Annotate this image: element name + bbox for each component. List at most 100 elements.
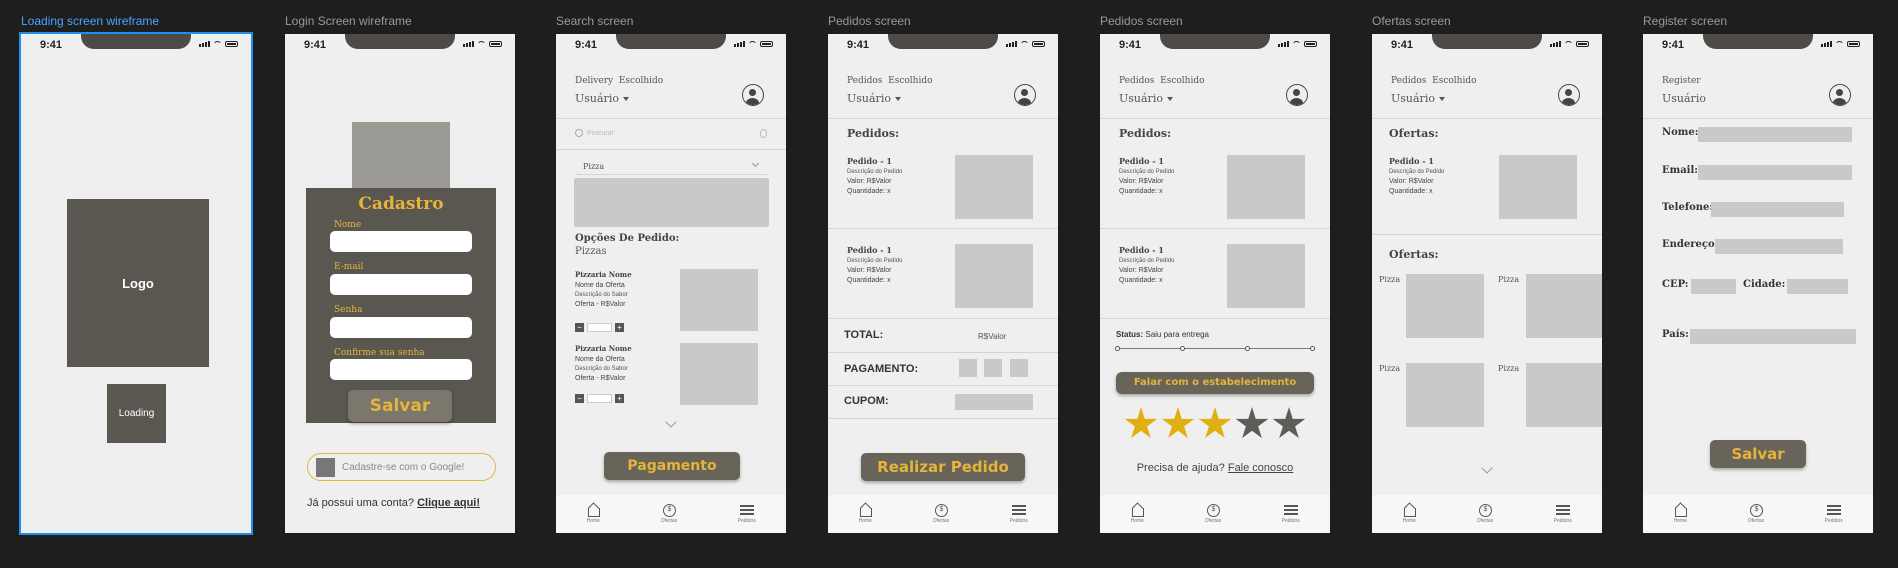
coupon-input[interactable]	[955, 394, 1033, 410]
nav-pedidos[interactable]: Pedidos	[847, 76, 882, 86]
list-item[interactable]: Pizzaria Nome Nome da Oferta Descrição d…	[575, 344, 632, 382]
search-bar[interactable]: Procurar	[575, 127, 767, 139]
tab-home[interactable]: Home	[586, 504, 601, 524]
tab-ofertas[interactable]: Ofertas	[1205, 504, 1221, 524]
quantity-field[interactable]	[587, 323, 612, 332]
quantity-stepper[interactable]: − +	[575, 323, 624, 332]
mic-icon[interactable]	[760, 128, 767, 138]
tab-home[interactable]: Home	[858, 504, 873, 524]
save-button[interactable]: Salvar	[348, 390, 452, 422]
chevron-down-icon[interactable]	[665, 416, 677, 428]
list-item[interactable]: Pedido - 1 Descrição do Pedido Valor: R$…	[1119, 245, 1174, 284]
avatar[interactable]	[1286, 84, 1308, 106]
search-input[interactable]: Procurar	[587, 130, 614, 137]
list-item[interactable]: Pedido - 1 Descrição do Pedido Valor: R$…	[847, 156, 902, 195]
offer-tile[interactable]	[1526, 363, 1602, 427]
frame-title-login[interactable]: Login Screen wireframe	[285, 14, 412, 28]
offer-tile[interactable]	[1406, 274, 1484, 338]
nav-escolhido[interactable]: Escolhido	[619, 76, 663, 86]
contact-store-button[interactable]: Falar com o estabelecimento	[1116, 372, 1314, 394]
nav-escolhido[interactable]: Escolhido	[1432, 76, 1476, 86]
avatar[interactable]	[742, 84, 764, 106]
address-field[interactable]	[1715, 239, 1843, 254]
tab-pedidos[interactable]: Pedidos	[1010, 504, 1028, 524]
nav-register[interactable]: Register	[1662, 76, 1701, 86]
pedidos-frame-2[interactable]: 9:41 Pedidos Escolhido Usuário Pedidos: …	[1100, 34, 1330, 533]
list-item[interactable]: Pedido - 1 Descrição do Pedido Valor: R$…	[1119, 156, 1174, 195]
user-menu[interactable]: Usuário	[847, 92, 901, 105]
avatar[interactable]	[1014, 84, 1036, 106]
cep-field[interactable]	[1691, 279, 1736, 294]
plus-icon[interactable]: +	[615, 394, 624, 403]
offer-tile[interactable]	[1406, 363, 1484, 427]
login-link[interactable]: Clique aqui!	[417, 497, 480, 509]
nav-escolhido[interactable]: Escolhido	[888, 76, 932, 86]
list-item[interactable]: Pizzaria Nome Nome da Oferta Descrição d…	[575, 270, 632, 308]
tab-ofertas[interactable]: Ofertas	[1748, 504, 1764, 524]
nav-escolhido[interactable]: Escolhido	[1160, 76, 1204, 86]
chevron-down-icon[interactable]	[751, 159, 760, 168]
plus-icon[interactable]: +	[615, 323, 624, 332]
tab-pedidos[interactable]: Pedidos	[1825, 504, 1843, 524]
ofertas-frame[interactable]: 9:41 Pedidos Escolhido Usuário Ofertas: …	[1372, 34, 1602, 533]
star-icon[interactable]	[1161, 407, 1195, 438]
user-menu[interactable]: Usuário	[1119, 92, 1173, 105]
payment-method-option[interactable]	[959, 359, 977, 377]
password-input[interactable]	[330, 317, 472, 338]
country-field[interactable]	[1690, 329, 1856, 344]
search-frame[interactable]: 9:41 Delivery Escolhido Usuário Procurar…	[556, 34, 786, 533]
frame-title-ofertas[interactable]: Ofertas screen	[1372, 14, 1451, 28]
nav-pedidos[interactable]: Pedidos	[1391, 76, 1426, 86]
tab-pedidos[interactable]: Pedidos	[1282, 504, 1300, 524]
quantity-stepper[interactable]: − +	[575, 394, 624, 403]
tab-home[interactable]: Home	[1130, 504, 1145, 524]
tab-pedidos[interactable]: Pedidos	[1554, 504, 1572, 524]
email-field[interactable]	[1698, 165, 1852, 180]
quantity-field[interactable]	[587, 394, 612, 403]
save-button[interactable]: Salvar	[1710, 440, 1806, 468]
user-menu[interactable]: Usuário	[575, 92, 629, 105]
payment-method-option[interactable]	[984, 359, 1002, 377]
contact-link[interactable]: Fale conosco	[1228, 462, 1293, 474]
minus-icon[interactable]: −	[575, 394, 584, 403]
name-field[interactable]	[1698, 127, 1852, 142]
email-input[interactable]	[330, 274, 472, 295]
nav-pedidos[interactable]: Pedidos	[1119, 76, 1154, 86]
offer-tile[interactable]	[1526, 274, 1602, 338]
tab-pedidos[interactable]: Pedidos	[738, 504, 756, 524]
list-item[interactable]: Pedido - 1 Descrição do Pedido Valor: R$…	[847, 245, 902, 284]
payment-method-option[interactable]	[1010, 359, 1028, 377]
chevron-down-icon[interactable]	[1481, 462, 1493, 474]
place-order-button[interactable]: Realizar Pedido	[861, 453, 1025, 481]
star-icon[interactable]	[1272, 407, 1306, 438]
category-dropdown[interactable]: Pizza	[583, 162, 604, 171]
frame-title-register[interactable]: Register screen	[1643, 14, 1727, 28]
payment-button[interactable]: Pagamento	[604, 452, 740, 480]
tab-home[interactable]: Home	[1402, 504, 1417, 524]
nav-delivery[interactable]: Delivery	[575, 76, 613, 86]
star-icon[interactable]	[1235, 407, 1269, 438]
phone-field[interactable]	[1711, 202, 1844, 217]
minus-icon[interactable]: −	[575, 323, 584, 332]
frame-title-loading[interactable]: Loading screen wireframe	[21, 14, 159, 28]
tab-home[interactable]: Home	[1673, 504, 1688, 524]
frame-title-search[interactable]: Search screen	[556, 14, 633, 28]
list-item[interactable]: Pedido - 1 Descrição do Pedido Valor: R$…	[1389, 156, 1444, 195]
loading-frame[interactable]: 9:41 Logo Loading	[19, 32, 253, 535]
tab-ofertas[interactable]: Ofertas	[1477, 504, 1493, 524]
user-menu[interactable]: Usuário	[1391, 92, 1445, 105]
star-icon[interactable]	[1198, 407, 1232, 438]
tab-ofertas[interactable]: Ofertas	[661, 504, 677, 524]
login-frame[interactable]: 9:41 Cadastro Nome E-mail Senha Confirme…	[285, 34, 515, 533]
google-signup-button[interactable]: Cadastre-se com o Google!	[307, 453, 496, 481]
frame-title-pedidos-1[interactable]: Pedidos screen	[828, 14, 911, 28]
pedidos-frame-1[interactable]: 9:41 Pedidos Escolhido Usuário Pedidos: …	[828, 34, 1058, 533]
frame-title-pedidos-2[interactable]: Pedidos screen	[1100, 14, 1183, 28]
avatar[interactable]	[1558, 84, 1580, 106]
star-icon[interactable]	[1124, 407, 1158, 438]
name-input[interactable]	[330, 231, 472, 252]
city-field[interactable]	[1787, 279, 1848, 294]
tab-ofertas[interactable]: Ofertas	[933, 504, 949, 524]
confirm-password-input[interactable]	[330, 359, 472, 380]
avatar[interactable]	[1829, 84, 1851, 106]
